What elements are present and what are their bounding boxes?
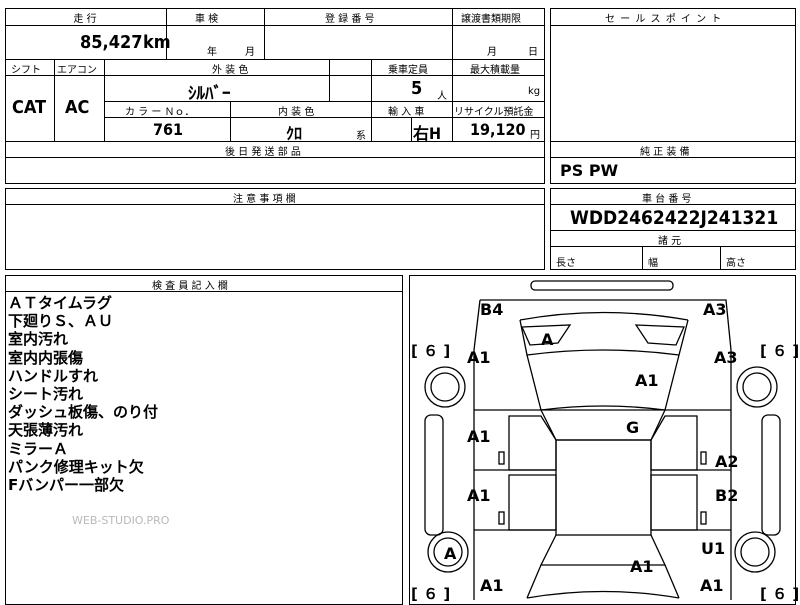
interior-unit: 系 (356, 131, 366, 142)
mileage-label: 走 行 (73, 14, 97, 25)
damage-mark: U1 (701, 539, 726, 558)
load-unit: kg (528, 86, 541, 97)
shift-value: CAT (12, 97, 47, 118)
capacity-label: 乗車定員 (388, 65, 428, 76)
exterior-value: ｼﾙﾊﾞｰ (188, 84, 231, 104)
import-label: 輸 入 車 (388, 107, 425, 118)
damage-mark: A1 (480, 576, 504, 595)
dims-length: 長さ (556, 258, 576, 269)
capacity-value: 5 (411, 78, 423, 99)
damage-mark: B4 (480, 300, 504, 319)
tire-tread-rear-right: [ ６ ] (760, 585, 800, 603)
transfer-day: 日 (528, 47, 538, 58)
damage-mark: A (444, 544, 457, 563)
damage-mark: A1 (635, 371, 659, 390)
later-parts-label: 後 日 発 送 部 品 (225, 147, 301, 158)
capacity-unit: 人 (437, 91, 447, 102)
load-label: 最大積載量 (470, 65, 520, 76)
exterior-label: 外 装 色 (212, 65, 249, 76)
equipment-value: PS PW (560, 161, 619, 180)
note-item: 室内汚れ (8, 330, 69, 349)
interior-label: 内 装 色 (278, 107, 315, 118)
damage-mark: A1 (467, 486, 491, 505)
transfer-label: 譲渡書類期限 (461, 14, 521, 25)
note-item: シート汚れ (8, 385, 84, 404)
note-item: ＡＴタイムラグ (8, 294, 112, 312)
note-item: 天張薄汚れ (8, 421, 84, 440)
equipment-label: 純 正 装 備 (640, 147, 690, 158)
import-value: 右H (413, 124, 442, 143)
chassis-label: 車 台 番 号 (642, 194, 692, 205)
note-item: Fバンパー一部欠 (8, 476, 124, 495)
dims-width: 幅 (648, 258, 658, 269)
mileage-unit: km (143, 32, 171, 53)
inspector-label: 検 査 員 記 入 欄 (152, 281, 228, 292)
color-no-label: カ ラ ー Ｎｏ． (125, 107, 195, 118)
watermark: WEB-STUDIO.PRO (72, 514, 170, 527)
inspection-label: 車 検 (195, 14, 219, 25)
note-item: 室内内張傷 (8, 348, 84, 367)
sales-points-label: セ ー ル ス ポ イ ン ト (605, 14, 723, 25)
inspection-month: 月 (245, 47, 255, 58)
aircon-label: エアコン (57, 65, 97, 76)
dims-label: 諸 元 (658, 236, 682, 247)
shift-label: シフト (11, 65, 41, 76)
damage-mark: A1 (467, 348, 491, 367)
inspection-year: 年 (207, 47, 217, 58)
color-no-value: 761 (153, 120, 184, 139)
note-item: ミラーＡ (8, 439, 69, 458)
chassis-value: WDD2462422J241321 (570, 207, 779, 229)
inspector-notes: ＡＴタイムラグ 下廻りＳ、ＡＵ 室内汚れ 室内内張傷 ハンドルすれ シート汚れ … (8, 294, 158, 494)
caution-label: 注 意 事 項 欄 (233, 194, 296, 205)
damage-mark: A1 (700, 576, 724, 595)
dims-height: 高さ (726, 258, 746, 269)
damage-mark: A1 (467, 427, 491, 446)
note-item: 下廻りＳ、ＡＵ (8, 312, 114, 331)
tire-tread-rear-left: [ ６ ] (411, 585, 451, 603)
note-item: ダッシュ板傷、のり付 (8, 403, 159, 422)
damage-mark: A (541, 330, 554, 349)
transfer-month: 月 (487, 47, 497, 58)
tire-tread-front-left: [ ６ ] (411, 342, 451, 360)
interior-value: ｸﾛ (286, 124, 303, 143)
damage-mark: A3 (714, 348, 738, 367)
aircon-value: AC (65, 97, 90, 118)
recycle-unit: 円 (530, 130, 540, 141)
note-item: ハンドルすれ (8, 366, 99, 385)
registration-label: 登 録 番 号 (325, 14, 375, 25)
recycle-label: リサイクル預託金 (454, 107, 534, 118)
mileage-value: 85,427 (80, 32, 143, 53)
tire-tread-front-right: [ ６ ] (760, 342, 800, 360)
damage-mark: B2 (715, 486, 739, 505)
damage-mark: A1 (630, 557, 654, 576)
damage-mark: G (626, 418, 640, 437)
note-item: パンク修理キット欠 (8, 457, 144, 476)
recycle-value: 19,120 (470, 120, 526, 139)
damage-mark: A3 (703, 300, 727, 319)
damage-mark: A2 (715, 452, 739, 471)
